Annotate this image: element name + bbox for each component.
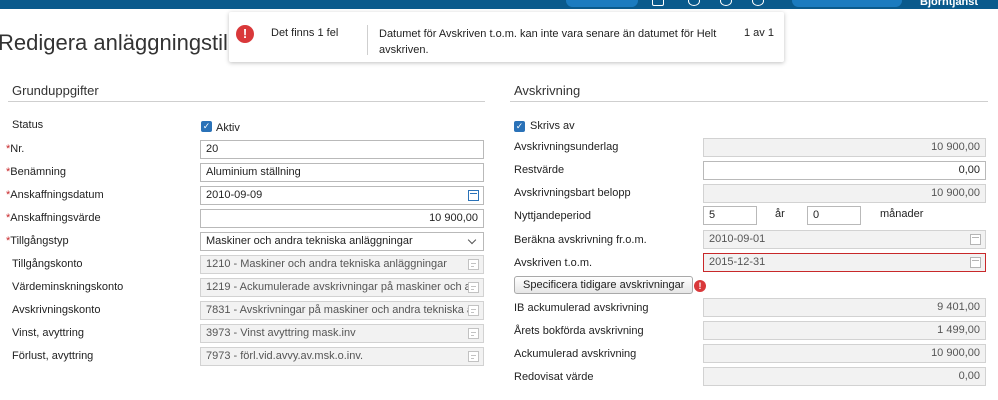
acquisition-date-value: 2010-09-09 (206, 189, 263, 201)
section-title-depreciation: Avskrivning (514, 83, 581, 98)
top-navigation-bar: Björntjänst (0, 0, 998, 9)
gain-disposal-field: 3973 - Vinst avyttring mask.inv (200, 324, 484, 343)
residual-value-label: Restvärde (514, 164, 565, 176)
acquisition-value-label: *Anskaffningsvärde (6, 212, 101, 224)
calendar-icon[interactable] (468, 190, 479, 201)
depreciable-amount-field: 10 900,00 (703, 184, 986, 203)
active-label: Aktiv (216, 122, 240, 134)
basis-field: 10 900,00 (703, 138, 986, 157)
active-checkbox[interactable]: ✓ (201, 121, 212, 132)
asset-type-label: *Tillgångstyp (6, 235, 69, 247)
depreciation-expense-account-field: 7831 - Avskrivningar på maskiner och and… (200, 301, 484, 320)
useful-life-label: Nyttjandeperiod (514, 210, 592, 222)
depreciated-until-label: Avskriven t.o.m. (514, 257, 593, 269)
year-booked-label: Årets bokförda avskrivning (514, 325, 644, 337)
document-icon[interactable] (652, 0, 664, 6)
status-label: Status (12, 119, 44, 131)
gain-disposal-value: 3973 - Vinst avyttring mask.inv (206, 327, 356, 339)
ib-accumulated-field: 9 401,00 (703, 298, 986, 317)
ib-accumulated-label: IB ackumulerad avskrivning (514, 302, 649, 314)
acquisition-date-label: *Anskaffningsdatum (6, 189, 104, 201)
asset-account-field: 1210 - Maskiner och andra tekniska anläg… (200, 255, 484, 274)
depreciate-checkbox[interactable]: ✓ (514, 121, 525, 132)
asset-type-value: Maskiner och andra tekniska anläggningar (206, 235, 413, 247)
depreciation-account-field: 1219 - Ackumulerade avskrivningar på mas… (200, 278, 484, 297)
error-summary-panel: ! Det finns 1 fel Datumet för Avskriven … (229, 12, 784, 62)
nr-label: *Nr. (6, 143, 25, 155)
lookup-icon[interactable] (468, 305, 479, 316)
depreciated-until-value: 2015-12-31 (709, 256, 766, 268)
section-title-basic: Grunduppgifter (12, 83, 99, 98)
nr-input[interactable]: 20 (200, 140, 484, 159)
exclamation-icon: ! (236, 25, 254, 43)
section-divider (510, 101, 988, 102)
clock-icon[interactable] (752, 0, 764, 6)
error-count: Det finns 1 fel (271, 27, 339, 39)
error-pager: 1 av 1 (744, 27, 774, 39)
specify-previous-depreciation-button[interactable]: Specificera tidigare avskrivningar (514, 276, 694, 294)
error-icon[interactable]: ! (694, 280, 706, 292)
years-input[interactable]: 5 (703, 206, 757, 225)
months-unit: månader (880, 208, 924, 220)
residual-value-input[interactable]: 0,00 (703, 161, 986, 180)
loss-disposal-value: 7973 - förl.vid.avvy.av.msk.o.inv. (206, 350, 364, 362)
company-selector[interactable] (792, 0, 902, 7)
asset-account-label: Tillgångskonto (12, 258, 83, 270)
lookup-icon[interactable] (468, 259, 479, 270)
lookup-icon[interactable] (468, 282, 479, 293)
months-input[interactable]: 0 (807, 206, 861, 225)
basis-label: Avskrivningsunderlag (514, 141, 619, 153)
lookup-icon[interactable] (468, 351, 479, 362)
calc-from-field: 2010-09-01 (703, 230, 986, 249)
year-booked-field: 1 499,00 (703, 321, 986, 340)
accumulated-depreciation-label: Ackumulerad avskrivning (514, 348, 637, 360)
book-value-field: 0,00 (703, 367, 986, 386)
divider (367, 25, 368, 55)
calendar-icon (970, 257, 981, 268)
depreciated-until-field: 2015-12-31 (703, 253, 986, 272)
book-value-label: Redovisat värde (514, 371, 594, 383)
depreciation-account-value: 1219 - Ackumulerade avskrivningar på mas… (206, 281, 478, 293)
depreciation-account-label: Värdeminskningskonto (12, 281, 124, 293)
calendar-icon (970, 234, 981, 245)
name-input[interactable]: Aluminium ställning (200, 163, 484, 182)
notification-icon[interactable] (688, 0, 700, 6)
calc-from-value: 2010-09-01 (709, 233, 766, 245)
header-menu-button[interactable] (566, 0, 638, 7)
user-name[interactable]: Björntjänst (920, 0, 978, 8)
depreciate-label: Skrivs av (530, 120, 575, 132)
help-icon[interactable] (720, 0, 732, 6)
loss-disposal-field: 7973 - förl.vid.avvy.av.msk.o.inv. (200, 347, 484, 366)
calc-from-label: Beräkna avskrivning fr.o.m. (514, 234, 647, 246)
gain-disposal-label: Vinst, avyttring (12, 327, 84, 339)
acquisition-value-input[interactable]: 10 900,00 (200, 209, 484, 228)
section-divider (8, 101, 485, 102)
asset-account-value: 1210 - Maskiner och andra tekniska anläg… (206, 258, 447, 270)
asset-type-select[interactable]: Maskiner och andra tekniska anläggningar (200, 232, 484, 251)
years-unit: år (775, 208, 785, 220)
name-label: *Benämning (6, 166, 66, 178)
depreciable-amount-label: Avskrivningsbart belopp (514, 187, 631, 199)
accumulated-depreciation-field: 10 900,00 (703, 344, 986, 363)
acquisition-date-input[interactable]: 2010-09-09 (200, 186, 484, 205)
loss-disposal-label: Förlust, avyttring (12, 350, 94, 362)
lookup-icon[interactable] (468, 328, 479, 339)
depreciation-expense-account-value: 7831 - Avskrivningar på maskiner och and… (206, 304, 473, 316)
depreciation-expense-account-label: Avskrivningskonto (12, 304, 101, 316)
error-message[interactable]: Datumet för Avskriven t.o.m. kan inte va… (379, 26, 719, 58)
